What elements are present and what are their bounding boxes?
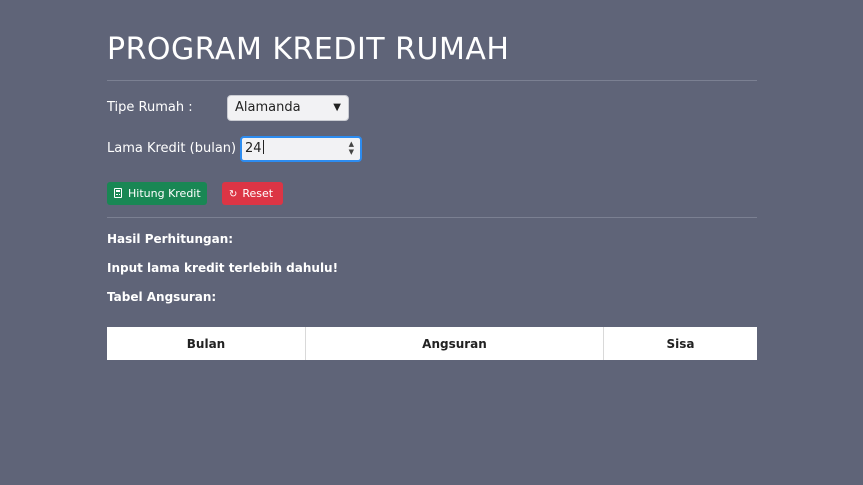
title-divider (107, 80, 757, 81)
installment-table: Bulan Angsuran Sisa (107, 327, 757, 360)
hitung-kredit-label: Hitung Kredit (128, 187, 201, 200)
form-divider (107, 217, 757, 218)
table-heading: Tabel Angsuran: (107, 290, 217, 304)
chevron-down-icon: ▼ (333, 102, 341, 113)
result-message: Input lama kredit terlebih dahulu! (107, 261, 339, 275)
column-header-bulan: Bulan (107, 327, 306, 360)
number-spinner[interactable]: ▲ ▼ (349, 140, 354, 156)
table-header-row: Bulan Angsuran Sisa (107, 327, 757, 360)
spinner-up-icon[interactable]: ▲ (349, 140, 354, 148)
tipe-rumah-selected-value: Alamanda (235, 100, 301, 115)
tipe-rumah-label: Tipe Rumah : (107, 100, 193, 115)
spinner-down-icon[interactable]: ▼ (349, 148, 354, 156)
text-caret (262, 140, 264, 154)
lama-kredit-input[interactable]: 24 ▲ ▼ (240, 136, 362, 162)
column-header-angsuran: Angsuran (305, 327, 604, 360)
page-title: PROGRAM KREDIT RUMAH (107, 32, 510, 67)
hitung-kredit-button[interactable]: Hitung Kredit (107, 182, 207, 205)
tipe-rumah-select[interactable]: Alamanda ▼ (227, 95, 349, 121)
reset-button[interactable]: ↻ Reset (222, 182, 283, 205)
reset-icon: ↻ (229, 189, 238, 200)
result-heading: Hasil Perhitungan: (107, 232, 234, 246)
lama-kredit-value: 24 (245, 141, 262, 156)
lama-kredit-label: Lama Kredit (bulan) : (107, 141, 245, 156)
column-header-sisa: Sisa (666, 336, 695, 351)
calculator-icon (114, 188, 122, 198)
reset-label: Reset (242, 187, 274, 200)
